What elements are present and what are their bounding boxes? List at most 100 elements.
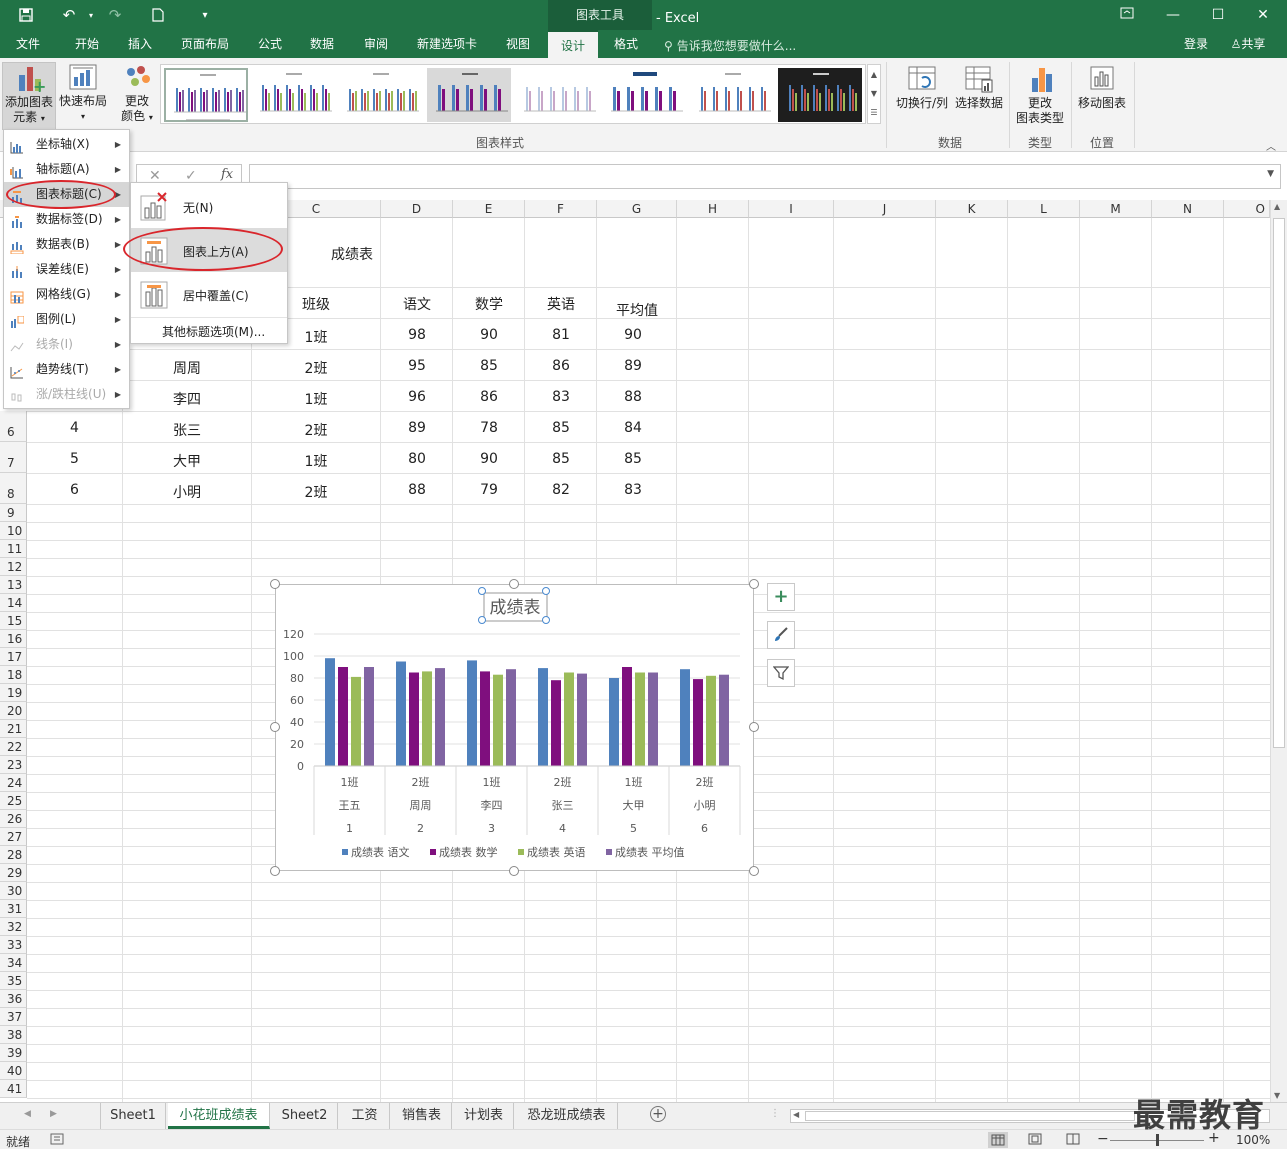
tab-insert[interactable]: 插入 [117,30,163,58]
chart-filters-icon[interactable] [767,659,795,687]
row-header-24[interactable]: 24 [0,774,27,792]
cell-no[interactable]: 4 [27,420,122,436]
change-colors-button[interactable]: 更改 颜色 ▾ [113,62,161,130]
chart-object[interactable]: 成绩表 120 100 80 60 40 20 0 1班 王五 1 2班 周周 2 1班 李四 3 2班 张三 4… [275,584,754,871]
row-header-25[interactable]: 25 [0,792,27,810]
tab-split-icon[interactable]: ⋮ [770,1108,780,1119]
cell-yw[interactable]: 95 [381,358,453,374]
row-header-40[interactable]: 40 [0,1062,27,1080]
tab-file[interactable]: 文件 [6,30,50,58]
column-header-l[interactable]: L [1008,200,1080,218]
chart-title[interactable]: 成绩表 [490,598,541,618]
title-handle[interactable] [478,587,486,595]
column-header-d[interactable]: D [381,200,453,218]
row-header-28[interactable]: 28 [0,846,27,864]
cell-cls[interactable]: 2班 [252,482,380,502]
row-header-13[interactable]: 13 [0,576,27,594]
cell-yw[interactable]: 89 [381,420,453,436]
menu-item-data-labels[interactable]: 数据标签(D) ▶ [4,207,129,232]
chart-styles-brush-icon[interactable] [767,621,795,649]
row-header-9[interactable]: 9 [0,504,27,522]
row-header-10[interactable]: 10 [0,522,27,540]
next-sheet-icon[interactable]: ▶ [50,1109,57,1119]
bar-3-2[interactable] [422,671,432,766]
column-header-n[interactable]: N [1152,200,1224,218]
cell-yy[interactable]: 83 [525,389,597,405]
cell-yy[interactable]: 81 [525,327,597,343]
cell-sx[interactable]: 79 [453,482,525,498]
insert-function-icon[interactable]: fx [221,167,233,182]
row-header-22[interactable]: 22 [0,738,27,756]
row-header-39[interactable]: 39 [0,1044,27,1062]
tab-data[interactable]: 数据 [300,30,344,58]
column-header-o[interactable]: O [1224,200,1270,218]
bar-3-3[interactable] [493,674,503,766]
sheet-tab-salary[interactable]: 工资 [340,1103,390,1129]
gallery-scroll[interactable]: ▲ ▼ ☰ [867,64,881,124]
bar-3-4[interactable] [564,672,574,767]
page-break-view-icon[interactable] [1066,1133,1080,1148]
move-chart-button[interactable]: 移动图表 [1074,64,1130,120]
bar-3-6[interactable] [706,675,716,766]
select-data-button[interactable]: 选择数据 [952,64,1006,120]
macro-record-icon[interactable] [50,1133,64,1148]
cell-name[interactable]: 张三 [123,420,251,440]
title-handle[interactable] [542,587,550,595]
row-header-7[interactable]: 7 [0,442,27,473]
cell-cls[interactable]: 1班 [252,389,380,409]
cell-avg[interactable]: 84 [597,420,669,436]
title-handle[interactable] [542,616,550,624]
sheet-tab-xiaohua[interactable]: 小花班成绩表 [168,1103,270,1129]
row-header-35[interactable]: 35 [0,972,27,990]
cell-name[interactable]: 周周 [123,358,251,378]
cell-avg[interactable]: 89 [597,358,669,374]
bar-1-3[interactable] [467,660,477,766]
row-header-6[interactable]: 6 [0,411,27,442]
row-header-26[interactable]: 26 [0,810,27,828]
resize-handle-s[interactable] [509,866,519,876]
quick-layout-button[interactable]: 快速布局 ▾ [57,62,109,130]
bar-4-4[interactable] [577,673,587,766]
cell-sx[interactable]: 90 [453,451,525,467]
cell-avg[interactable]: 90 [597,327,669,343]
tab-design[interactable]: 设计 [548,30,598,58]
menu-item-axis-titles[interactable]: 轴标题(A) ▶ [4,157,129,182]
row-header-27[interactable]: 27 [0,828,27,846]
chart-legend[interactable]: 成绩表 语文 成绩表 数学 成绩表 英语 成绩表 平均值 [342,845,685,859]
cell-no[interactable]: 6 [27,482,122,498]
cell-cls[interactable]: 2班 [252,420,380,440]
header-math[interactable]: 数学 [453,294,525,314]
gallery-more-icon[interactable]: ☰ [868,103,880,122]
sheet-tab-sheet2[interactable]: Sheet2 [272,1103,338,1129]
cell-sx[interactable]: 78 [453,420,525,436]
gallery-up-icon[interactable]: ▲ [868,65,880,84]
row-header-31[interactable]: 31 [0,900,27,918]
tab-page-layout[interactable]: 页面布局 [172,30,238,58]
chart-style-1[interactable] [164,68,248,122]
row-header-16[interactable]: 16 [0,630,27,648]
horizontal-scroll-thumb[interactable] [805,1111,1135,1121]
bar-3-1[interactable] [351,676,361,766]
row-header-19[interactable]: 19 [0,684,27,702]
row-header-23[interactable]: 23 [0,756,27,774]
cell-sx[interactable]: 90 [453,327,525,343]
menu-item-data-table[interactable]: 数据表(B) ▶ [4,232,129,257]
row-header-41[interactable]: 41 [0,1080,27,1098]
share-button[interactable]: ♙共享 [1222,30,1274,58]
cell-avg[interactable]: 88 [597,389,669,405]
scroll-left-icon[interactable]: ◀ [793,1110,799,1119]
row-header-15[interactable]: 15 [0,612,27,630]
bar-2-2[interactable] [409,672,419,767]
resize-handle-se[interactable] [749,866,759,876]
row-header-38[interactable]: 38 [0,1026,27,1044]
row-header-11[interactable]: 11 [0,540,27,558]
gallery-down-icon[interactable]: ▼ [868,84,880,103]
column-header-k[interactable]: K [936,200,1008,218]
scroll-down-icon[interactable]: ▼ [1274,1091,1280,1100]
tab-home[interactable]: 开始 [64,30,110,58]
tab-view[interactable]: 视图 [496,30,540,58]
bar-4-2[interactable] [435,668,445,766]
menu-item-gridlines[interactable]: 网格线(G) ▶ [4,282,129,307]
maximize-icon[interactable]: ☐ [1203,4,1233,26]
vertical-scroll-thumb[interactable] [1273,218,1285,748]
